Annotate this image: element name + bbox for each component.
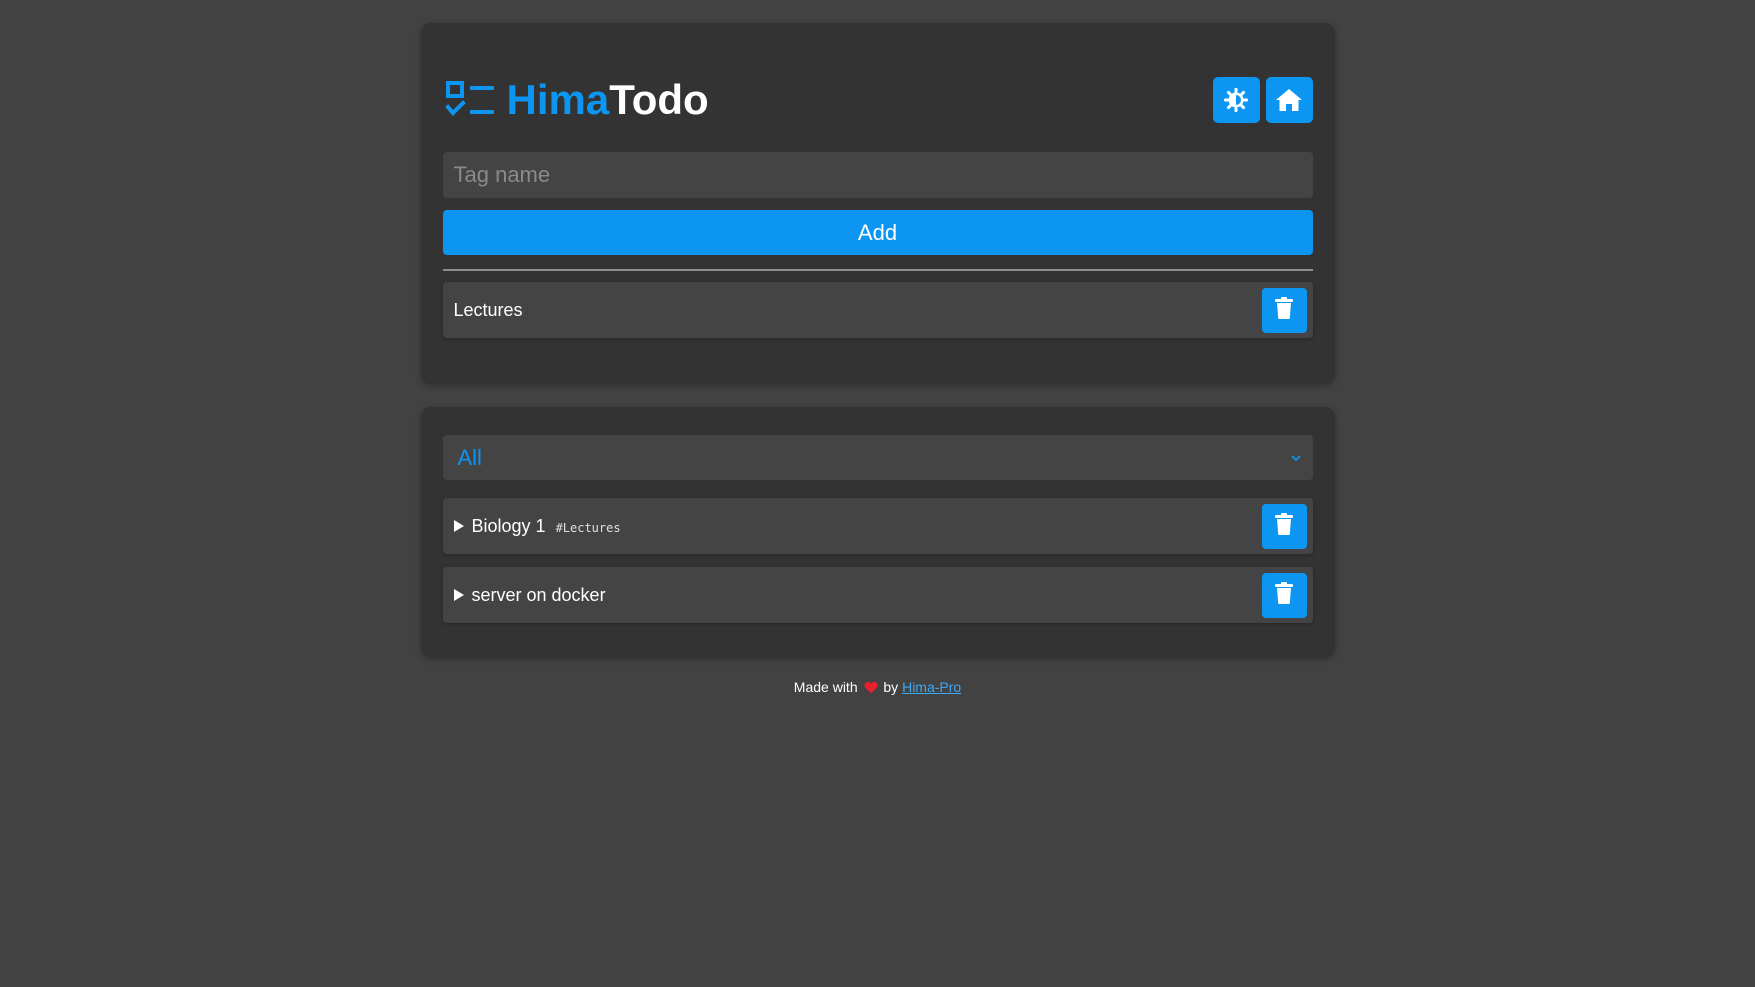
todos-card: All Biology 1 #Lectures server on docker — [420, 407, 1335, 657]
delete-tag-button[interactable] — [1261, 287, 1307, 333]
tags-card: HimaTodo Tag name Add Lectures — [420, 23, 1335, 384]
theme-toggle-button[interactable] — [1212, 77, 1260, 123]
delete-todo-button[interactable] — [1261, 503, 1307, 549]
app-container: HimaTodo Tag name Add Lectures All Biolo… — [420, 0, 1335, 697]
heart-icon — [863, 681, 878, 697]
footer: Made with by Hima-Pro — [421, 679, 1335, 697]
app-title-accent: Hima — [506, 76, 610, 123]
todo-title: Biology 1 — [471, 515, 546, 536]
trash-icon — [1275, 512, 1293, 540]
home-icon — [1275, 87, 1303, 113]
checklist-icon — [444, 80, 495, 120]
divider — [442, 269, 1313, 271]
add-tag-button[interactable]: Add — [442, 210, 1313, 255]
chevron-down-icon — [1290, 449, 1302, 467]
todo-item[interactable]: server on docker — [442, 567, 1313, 623]
expand-caret-icon[interactable] — [453, 520, 464, 532]
home-button[interactable] — [1265, 77, 1313, 123]
trash-icon — [1275, 296, 1293, 324]
author-link[interactable]: Hima-Pro — [902, 679, 961, 695]
todo-tag: #Lectures — [555, 521, 621, 535]
todo-item[interactable]: Biology 1 #Lectures — [442, 498, 1313, 554]
todo-summary: Biology 1 #Lectures — [453, 515, 621, 537]
footer-made-with: Made with — [793, 679, 858, 695]
brand: HimaTodo — [443, 77, 709, 123]
tag-label: Lectures — [453, 299, 523, 320]
trash-icon — [1275, 581, 1293, 609]
todo-title: server on docker — [471, 584, 606, 605]
header-actions — [1212, 77, 1313, 123]
app-title: HimaTodo — [507, 77, 709, 123]
tag-filter-select[interactable]: All — [442, 435, 1313, 480]
tag-name-input[interactable] — [442, 152, 1313, 198]
tag-item: Lectures — [442, 282, 1313, 338]
app-title-rest: Todo — [609, 76, 709, 123]
delete-todo-button[interactable] — [1261, 572, 1307, 618]
expand-caret-icon[interactable] — [453, 589, 464, 601]
todo-summary: server on docker — [453, 584, 606, 606]
brightness-icon — [1223, 87, 1249, 113]
footer-by: by — [883, 679, 899, 695]
app-header: HimaTodo — [443, 77, 1313, 123]
tag-filter-value: All — [457, 444, 482, 470]
